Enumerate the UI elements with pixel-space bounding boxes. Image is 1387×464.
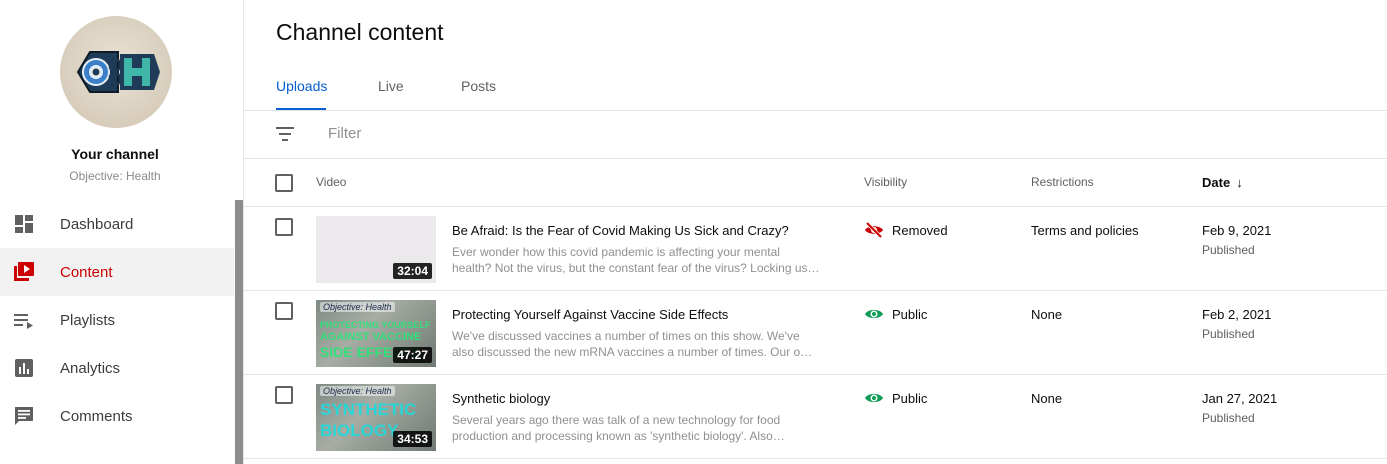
video-date: Feb 2, 2021	[1202, 307, 1272, 322]
sidebar-item-playlists[interactable]: Playlists	[0, 296, 234, 344]
select-all-checkbox[interactable]	[275, 174, 293, 192]
visibility-off-icon	[865, 222, 883, 238]
sidebar-nav: Dashboard Content Playlists Analytics Co…	[0, 200, 234, 440]
your-channel-label: Your channel	[71, 146, 159, 162]
table-row[interactable]: 32:04 Be Afraid: Is the Fear of Covid Ma…	[244, 207, 1387, 291]
table-header: Video Visibility Restrictions Date ↓	[244, 159, 1387, 206]
visibility-label: Removed	[892, 222, 948, 238]
channel-avatar[interactable]	[60, 16, 172, 128]
video-description-line: Several years ago there was talk of a ne…	[452, 413, 781, 427]
column-header-date-label: Date	[1202, 175, 1231, 190]
restrictions-value[interactable]: Terms and policies	[1031, 223, 1139, 238]
video-title[interactable]: Synthetic biology	[452, 391, 832, 406]
sidebar-item-label: Comments	[60, 407, 133, 425]
row-checkbox[interactable]	[275, 218, 293, 236]
visibility-label: Public	[892, 390, 928, 406]
video-description: We've discussed vaccines a number of tim…	[452, 328, 832, 360]
dashboard-icon	[15, 215, 33, 233]
tab-live[interactable]: Live	[378, 62, 461, 110]
video-duration: 34:53	[393, 431, 432, 447]
column-header-date[interactable]: Date ↓	[1202, 175, 1243, 190]
column-header-restrictions[interactable]: Restrictions	[1031, 175, 1094, 189]
column-header-visibility[interactable]: Visibility	[864, 175, 907, 189]
video-date: Jan 27, 2021	[1202, 391, 1278, 406]
tab-posts[interactable]: Posts	[461, 62, 521, 110]
video-date: Feb 9, 2021	[1202, 223, 1272, 238]
visibility-status[interactable]: Public	[864, 390, 927, 406]
filter-bar	[244, 111, 1387, 158]
thumbnail-text: BIOLOGY	[320, 421, 399, 440]
video-title[interactable]: Protecting Yourself Against Vaccine Side…	[452, 307, 832, 322]
filter-icon[interactable]	[276, 127, 294, 141]
video-thumbnail[interactable]: Objective: Health PROTECTING YOURSELF AG…	[316, 300, 436, 367]
page-title: Channel content	[276, 19, 444, 45]
sidebar-item-label: Playlists	[60, 311, 116, 329]
comments-icon	[15, 407, 33, 425]
video-duration: 32:04	[393, 263, 432, 279]
row-checkbox[interactable]	[275, 386, 293, 404]
video-description-line: We've discussed vaccines a number of tim…	[452, 329, 800, 343]
playlists-icon	[14, 314, 33, 329]
sidebar-item-content[interactable]: Content	[0, 248, 234, 296]
video-description: Ever wonder how this covid pandemic is a…	[452, 244, 832, 276]
main-content: Channel content Uploads Live Posts Video…	[244, 0, 1387, 464]
column-header-video: Video	[316, 175, 347, 189]
video-thumbnail[interactable]: Objective: Health SYNTHETIC BIOLOGY 34:5…	[316, 384, 436, 451]
tab-bar: Uploads Live Posts	[276, 62, 521, 110]
video-status: Published	[1202, 411, 1255, 425]
filter-input[interactable]	[328, 125, 628, 142]
sidebar-item-label: Content	[60, 263, 113, 281]
analytics-icon	[15, 359, 33, 377]
content-icon	[14, 262, 34, 281]
video-status: Published	[1202, 327, 1255, 341]
table-row[interactable]: Objective: Health SYNTHETIC BIOLOGY 34:5…	[244, 375, 1387, 459]
visibility-status[interactable]: Public	[864, 306, 927, 322]
thumbnail-text: PROTECTING YOURSELF	[320, 320, 431, 330]
video-description-line: production and processing known as 'synt…	[452, 429, 785, 443]
restrictions-value[interactable]: None	[1031, 307, 1062, 322]
sort-descending-icon: ↓	[1236, 175, 1243, 190]
channel-logo-icon	[76, 51, 160, 93]
visibility-status[interactable]: Removed	[864, 222, 948, 238]
thumbnail-brand: Objective: Health	[320, 386, 395, 396]
video-title[interactable]: Be Afraid: Is the Fear of Covid Making U…	[452, 223, 832, 238]
sidebar-scrollbar[interactable]	[235, 200, 243, 464]
row-checkbox[interactable]	[275, 302, 293, 320]
table-row[interactable]: Objective: Health PROTECTING YOURSELF AG…	[244, 291, 1387, 375]
sidebar-item-analytics[interactable]: Analytics	[0, 344, 234, 392]
thumbnail-text: SYNTHETIC	[320, 400, 417, 419]
tab-uploads[interactable]: Uploads	[276, 62, 378, 110]
sidebar-item-dashboard[interactable]: Dashboard	[0, 200, 234, 248]
eye-icon	[865, 393, 883, 403]
thumbnail-text: AGAINST VACCINE	[320, 331, 422, 343]
video-status: Published	[1202, 243, 1255, 257]
sidebar-item-label: Dashboard	[60, 215, 134, 233]
video-description-line: health? Not the virus, but the constant …	[452, 261, 820, 275]
sidebar: Your channel Objective: Health Dashboard…	[0, 0, 244, 464]
video-thumbnail[interactable]: 32:04	[316, 216, 436, 283]
sidebar-item-label: Analytics	[60, 359, 121, 377]
thumbnail-brand: Objective: Health	[320, 302, 395, 312]
visibility-label: Public	[892, 306, 928, 322]
video-description: Several years ago there was talk of a ne…	[452, 412, 832, 444]
eye-icon	[865, 309, 883, 319]
channel-name: Objective: Health	[69, 169, 161, 183]
video-description-line: also discussed the new mRNA vaccines a n…	[452, 345, 813, 359]
restrictions-value[interactable]: None	[1031, 391, 1062, 406]
video-duration: 47:27	[393, 347, 432, 363]
sidebar-item-comments[interactable]: Comments	[0, 392, 234, 440]
video-description-line: Ever wonder how this covid pandemic is a…	[452, 245, 780, 259]
